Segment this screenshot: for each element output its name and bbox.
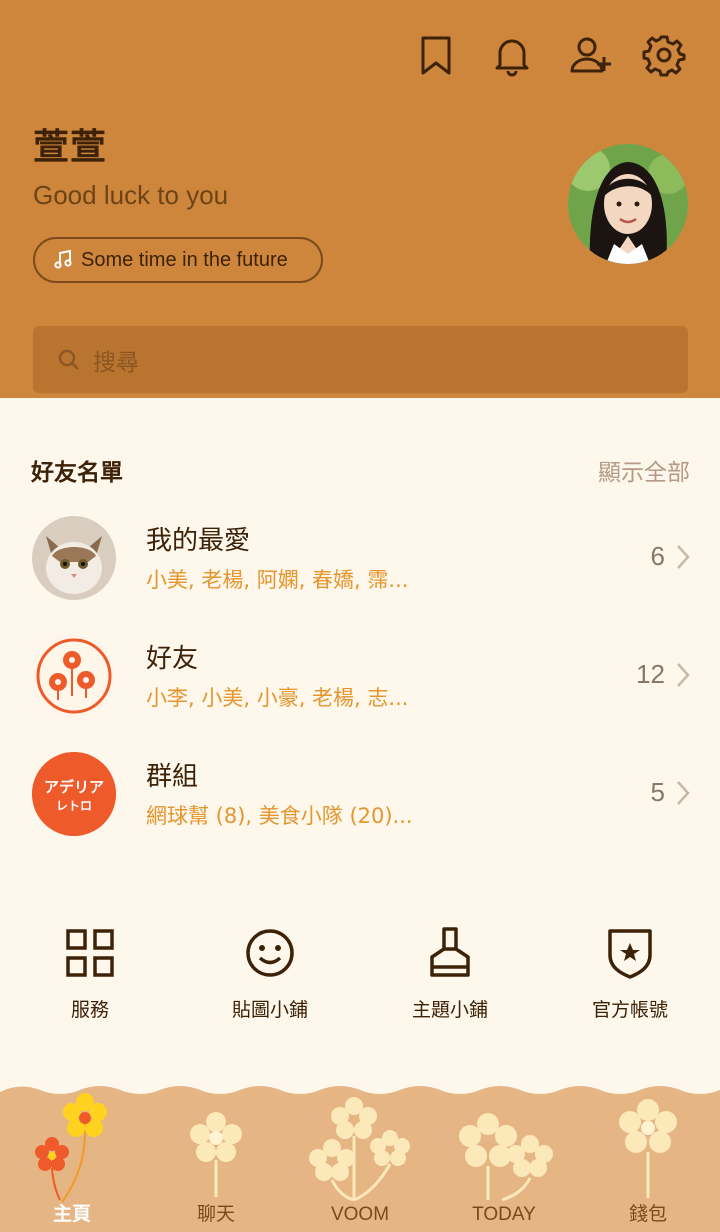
row-count: 12 [636, 659, 665, 689]
chevron-right-icon [677, 545, 690, 569]
search-icon [58, 349, 79, 370]
gear-icon[interactable] [642, 33, 686, 77]
user-name[interactable]: 萱萱 [33, 118, 107, 170]
services-button[interactable]: 服務 [0, 925, 180, 1035]
chevron-right-icon [677, 663, 690, 687]
row-members: 網球幫 (8), 美食小隊 (20)... [146, 804, 413, 828]
quick-label: 服務 [70, 999, 109, 1021]
add-friend-icon[interactable] [569, 33, 613, 77]
show-all-link[interactable]: 顯示全部 [598, 453, 690, 487]
group-avatar-text-1: アデリア [44, 778, 104, 796]
tab-label: VOOM [330, 1204, 390, 1225]
music-pill[interactable]: Some time in the future [33, 237, 323, 283]
friend-row-favorites[interactable]: 我的最愛 小美, 老楊, 阿嫻, 春嬌, 霈... 6 [0, 516, 720, 616]
profile-avatar[interactable] [568, 144, 688, 264]
tab-label: TODAY [472, 1204, 536, 1225]
bottom-nav: 主頁 聊天 VOOM TODAY 錢包 [0, 1082, 720, 1232]
music-label: Some time in the future [81, 248, 288, 271]
friend-row-groups[interactable]: アデリア レトロ 群組 網球幫 (8), 美食小隊 (20)... 5 [0, 752, 720, 852]
quick-label: 官方帳號 [591, 999, 668, 1021]
row-members: 小李, 小美, 小豪, 老楊, 志... [146, 686, 409, 710]
shield-star-icon [608, 929, 652, 979]
brush-icon [430, 927, 470, 977]
tab-home[interactable]: 主頁 [0, 1082, 144, 1232]
tab-label: 聊天 [196, 1204, 235, 1225]
row-title: 我的最愛 [146, 526, 251, 556]
tab-today[interactable]: TODAY [432, 1082, 576, 1232]
bell-icon[interactable] [490, 33, 534, 77]
favorites-avatar [32, 516, 116, 600]
row-title: 群組 [146, 762, 199, 792]
row-title: 好友 [146, 644, 199, 674]
friend-row-friends[interactable]: 好友 小李, 小美, 小豪, 老楊, 志... 12 [0, 634, 720, 734]
friends-avatar [32, 634, 116, 718]
profile-header: 萱萱 Good luck to you Some time in the fut… [0, 0, 720, 398]
quick-label: 貼圖小鋪 [231, 999, 308, 1021]
theme-shop-button[interactable]: 主題小鋪 [360, 925, 540, 1035]
row-members: 小美, 老楊, 阿嫻, 春嬌, 霈... [146, 568, 409, 592]
official-accounts-button[interactable]: 官方帳號 [540, 925, 720, 1035]
tab-label: 主頁 [52, 1204, 91, 1225]
tab-voom[interactable]: VOOM [288, 1082, 432, 1232]
tab-chats[interactable]: 聊天 [144, 1082, 288, 1232]
search-bar[interactable]: 搜尋 [33, 326, 688, 393]
status-message[interactable]: Good luck to you [33, 180, 228, 211]
search-placeholder: 搜尋 [93, 349, 139, 376]
group-avatar-text-2: レトロ [56, 799, 92, 813]
chevron-right-icon [677, 781, 690, 805]
sticker-shop-button[interactable]: 貼圖小鋪 [180, 925, 360, 1035]
smiley-icon [246, 929, 294, 977]
bookmark-icon[interactable] [414, 33, 458, 77]
groups-avatar: アデリア レトロ [32, 752, 116, 836]
row-count: 6 [650, 541, 665, 571]
friends-section-title: 好友名單 [31, 460, 123, 486]
grid-icon [66, 929, 114, 977]
row-count: 5 [650, 777, 665, 807]
music-note-icon [54, 250, 72, 269]
tab-label: 錢包 [628, 1204, 667, 1225]
quick-label: 主題小鋪 [411, 999, 488, 1021]
tab-wallet[interactable]: 錢包 [576, 1082, 720, 1232]
